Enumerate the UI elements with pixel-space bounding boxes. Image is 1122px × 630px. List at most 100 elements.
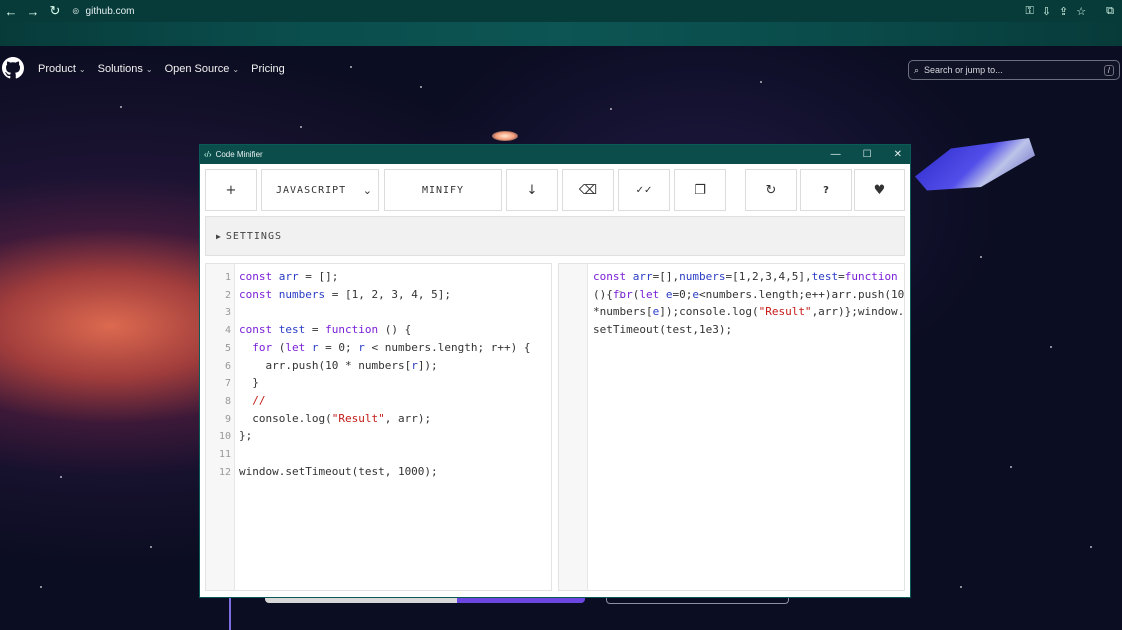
copy-icon: ❐ (694, 182, 706, 198)
page-button-partial[interactable] (265, 597, 585, 603)
share-icon[interactable]: ⇪ (1059, 5, 1068, 18)
nav-product-label: Product (38, 63, 76, 75)
nav-open-source-label: Open Source (164, 63, 230, 75)
download-button[interactable]: ↓ (506, 169, 558, 211)
line-number: 11 (218, 449, 231, 460)
key-icon[interactable]: ⚿ (1025, 5, 1033, 18)
bookmark-strip (0, 22, 1122, 46)
language-select[interactable]: JAVASCRIPT ⌄ (261, 169, 379, 211)
extension-icon[interactable]: ⧉ (1106, 5, 1114, 18)
line-number: 3 (224, 307, 231, 319)
planet-flare (492, 131, 518, 141)
clear-button[interactable]: ⌫ (562, 169, 614, 211)
forward-button[interactable]: → (22, 4, 44, 19)
code-text: for (let r = 0; r < numbers.length; r++)… (252, 340, 531, 354)
line-number: 10 (218, 431, 231, 443)
code-line: 12 window.setTimeout(test, 1000); (206, 463, 438, 481)
window-title: Code Minifier (215, 150, 263, 159)
nav-pricing[interactable]: Pricing (251, 63, 285, 75)
expand-arrow-icon: ▶ (216, 231, 222, 241)
line-number: 4 (224, 325, 231, 337)
output-editor[interactable]: 1 const arr=[],numbers=[1,2,3,4,5],test=… (558, 263, 905, 591)
code-line: 8 // (206, 392, 266, 410)
code-text: const test = function () { (239, 323, 412, 337)
code-text: const arr = []; (239, 270, 339, 283)
line-number: 7 (224, 378, 231, 390)
maximize-button[interactable]: ☐ (863, 149, 872, 160)
window-titlebar[interactable]: ‹/› Code Minifier — ☐ ✕ (200, 145, 910, 164)
code-text: console.log("Result", arr); (239, 411, 432, 425)
minify-button-label: MINIFY (421, 184, 465, 196)
help-icon: ? (823, 184, 829, 196)
install-icon[interactable]: ⇩ (1042, 5, 1051, 18)
chevron-down-icon: ⌄ (362, 183, 372, 197)
language-select-value: JAVASCRIPT (276, 184, 347, 196)
settings-label: SETTINGS (225, 230, 282, 242)
star-icon[interactable]: ☆ (1076, 5, 1086, 18)
code-line: 11 (206, 445, 231, 463)
code-text: arr.push(10 * numbers[r]); (239, 358, 438, 372)
back-button[interactable]: ← (0, 4, 22, 19)
refresh-icon: ↻ (765, 182, 777, 198)
code-text: } (239, 376, 259, 390)
code-line: 10}; (206, 427, 252, 445)
page-button-partial-outline[interactable] (606, 597, 789, 604)
minimize-button[interactable]: — (831, 149, 841, 160)
nav-solutions-label: Solutions (97, 63, 143, 75)
favorite-button[interactable]: ♥ (854, 169, 905, 211)
line-number: 12 (218, 466, 231, 478)
code-line: 5 for (let r = 0; r < numbers.length; r+… (206, 339, 530, 357)
code-line: 6 arr.push(10 * numbers[r]); (206, 357, 438, 375)
code-text: const numbers = [1, 2, 3, 4, 5]; (239, 287, 451, 301)
code-line: 3 (206, 303, 231, 321)
code-text: window.setTimeout(test, 1000); (239, 464, 438, 478)
line-number: 8 (224, 395, 231, 407)
line-number: 5 (224, 342, 231, 354)
help-button[interactable]: ? (800, 169, 852, 211)
chevron-down-icon: ⌄ (232, 64, 240, 74)
site-info-icon[interactable]: ⊚ (72, 6, 80, 17)
add-button[interactable]: + (205, 169, 257, 211)
code-line: 4 const test = function () { (206, 321, 411, 339)
nav-open-source[interactable]: Open Source ⌄ (165, 63, 240, 75)
nav-product[interactable]: Product ⌄ (38, 63, 86, 75)
reload-button[interactable]: ↻ (44, 3, 66, 19)
refresh-button[interactable]: ↻ (745, 169, 797, 211)
settings-toggle[interactable]: ▶ SETTINGS (205, 216, 905, 256)
plus-icon: + (225, 182, 237, 198)
download-icon: ↓ (526, 182, 538, 198)
code-line: 2 const numbers = [1, 2, 3, 4, 5]; (206, 286, 451, 304)
browser-toolbar: ← → ↻ ⊚ github.com ⚿ ⇩ ⇪ ☆ ⧉ (0, 0, 1122, 22)
validate-button[interactable]: ✓✓ (618, 169, 670, 211)
line-number: 1 (224, 272, 231, 283)
code-text: // (252, 393, 266, 407)
search-placeholder: Search or jump to... (924, 65, 1003, 75)
output-code: const arr=[],numbers=[1,2,3,4,5],test=fu… (593, 270, 905, 336)
github-search-input[interactable]: ⌕ Search or jump to... / (908, 60, 1120, 80)
code-line: 9 console.log("Result", arr); (206, 410, 431, 428)
close-button[interactable]: ✕ (894, 149, 902, 160)
nav-solutions[interactable]: Solutions ⌄ (98, 63, 153, 75)
github-nav: Product ⌄ Solutions ⌄ Open Source ⌄ Pric… (38, 63, 285, 75)
line-number: 9 (224, 413, 231, 425)
address-bar[interactable]: ⊚ github.com (72, 1, 134, 21)
line-number: 2 (224, 289, 231, 301)
page-decor-line (229, 597, 231, 630)
url-text: github.com (85, 5, 135, 17)
heart-icon: ♥ (873, 182, 886, 198)
double-check-icon: ✓✓ (635, 184, 653, 196)
copy-button[interactable]: ❐ (674, 169, 726, 211)
code-line: 7 } (206, 374, 259, 392)
code-minifier-window: ‹/› Code Minifier — ☐ ✕ + JAVASCRIPT ⌄ M… (200, 145, 910, 597)
github-logo-icon[interactable] (2, 57, 24, 79)
nav-pricing-label: Pricing (251, 63, 285, 75)
code-line: 1 const arr = []; (206, 268, 338, 286)
chevron-down-icon: ⌄ (145, 64, 153, 74)
minify-button[interactable]: MINIFY (384, 169, 502, 211)
app-icon: ‹/› (204, 150, 212, 159)
search-icon: ⌕ (914, 64, 920, 75)
toolbar: + JAVASCRIPT ⌄ MINIFY ↓ ⌫ ✓✓ ❐ ↻ ? ♥ (205, 169, 905, 213)
eraser-icon: ⌫ (578, 182, 598, 198)
input-editor[interactable]: 1 const arr = []; 2 const numbers = [1, 2, … (205, 263, 552, 591)
search-shortcut-hint: / (1103, 64, 1114, 76)
